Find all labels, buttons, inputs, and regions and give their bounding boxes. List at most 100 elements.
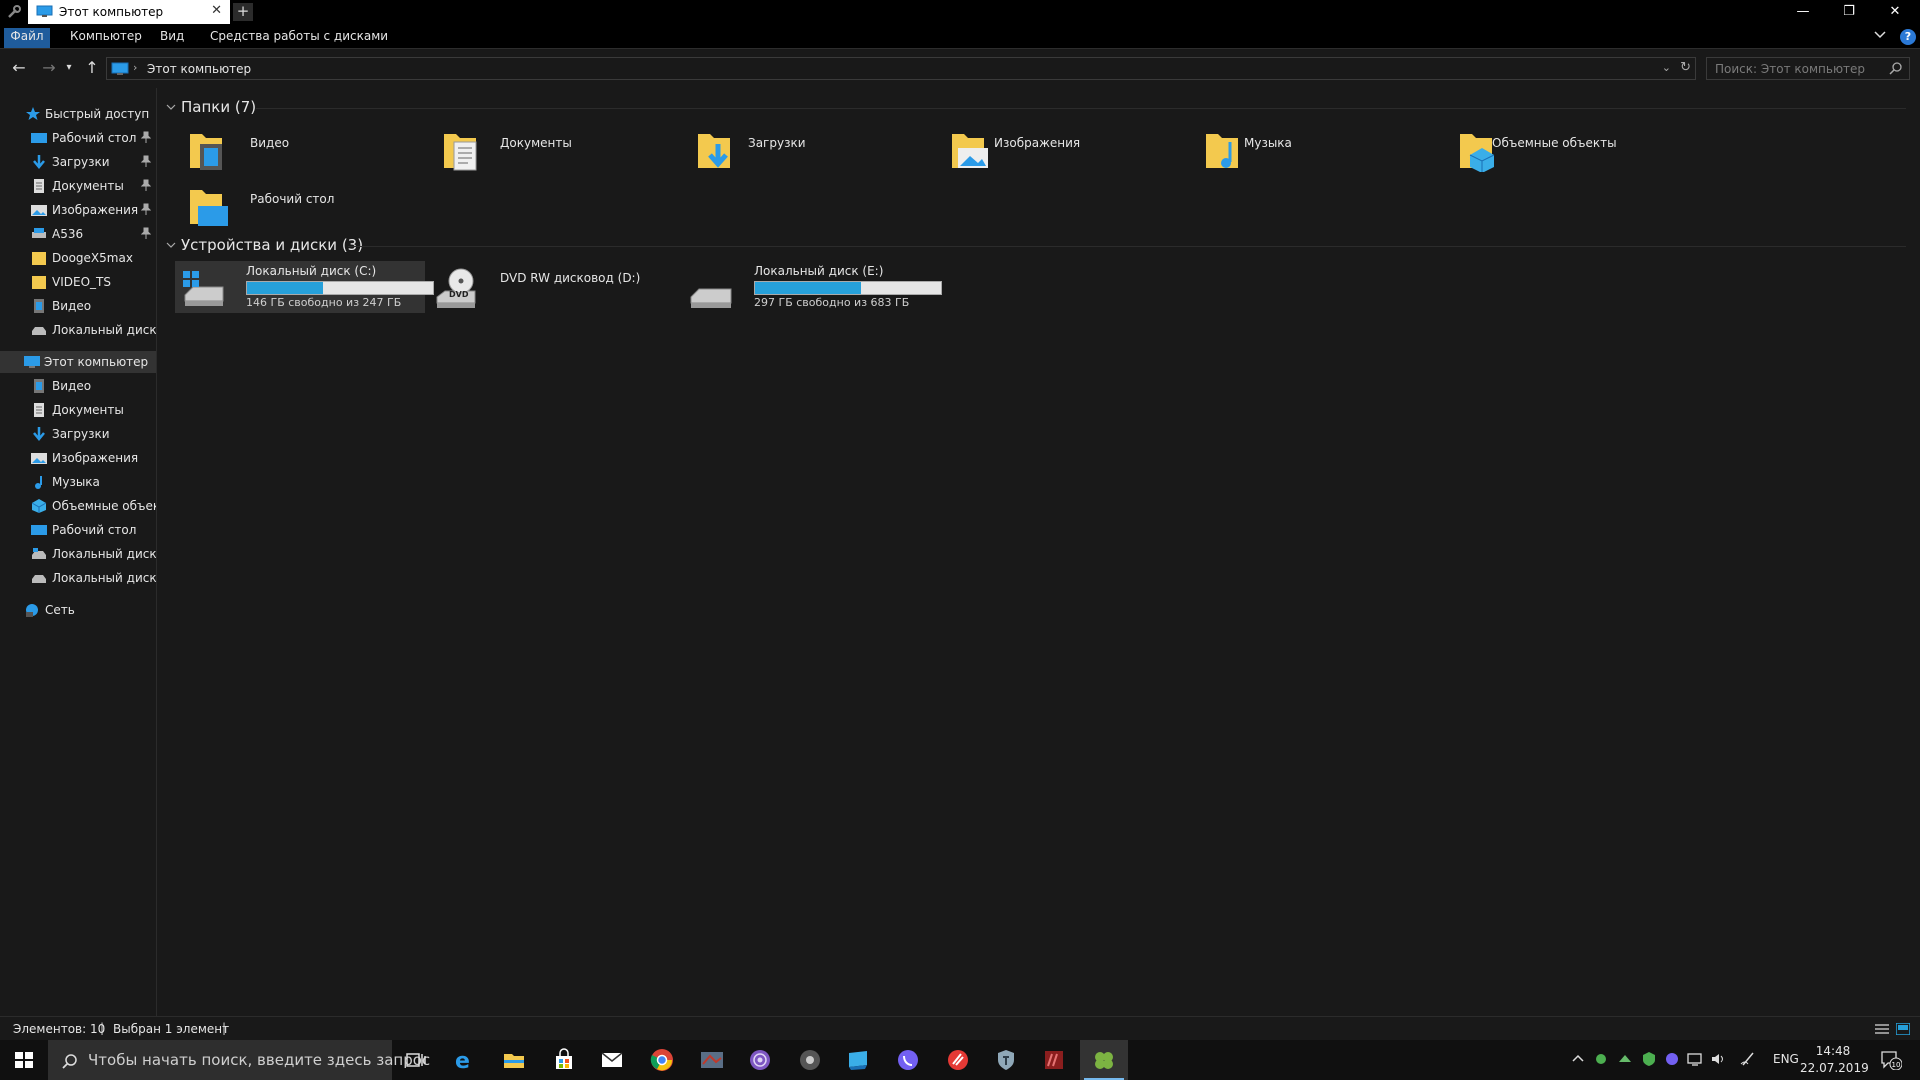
group-devices-header[interactable]: Устройства и диски (3) xyxy=(166,236,1916,258)
close-button[interactable]: ✕ xyxy=(1872,0,1918,24)
nav-label: Локальный диск (C xyxy=(52,547,157,561)
winrar-icon[interactable] xyxy=(1030,1040,1078,1080)
new-tab-button[interactable]: + xyxy=(233,3,253,21)
nav-pc-desktop[interactable]: Рабочий стол xyxy=(0,519,156,541)
tray-app-icon[interactable] xyxy=(1617,1050,1633,1068)
media-icon[interactable] xyxy=(786,1040,834,1080)
nav-pc-3d-objects[interactable]: Объемные объекты xyxy=(0,495,156,517)
folder-tile-video[interactable]: Видео xyxy=(180,124,430,176)
security-shield-icon[interactable] xyxy=(1641,1050,1657,1068)
explorer-wrench-icon[interactable] xyxy=(6,4,22,20)
breadcrumb-separator-icon[interactable]: › xyxy=(133,61,137,74)
folder-tile-pictures[interactable]: Изображения xyxy=(942,124,1192,176)
store-icon[interactable] xyxy=(540,1040,588,1080)
nav-pc-local-disk-c[interactable]: Локальный диск (C xyxy=(0,543,157,565)
chevron-down-icon[interactable] xyxy=(166,240,176,250)
help-icon[interactable]: ? xyxy=(1900,29,1916,45)
drive-tile-d[interactable]: DVD DVD RW дисковод (D:) xyxy=(429,261,679,313)
tab-computer[interactable]: Компьютер xyxy=(70,28,142,48)
nav-pc-local-disk-e[interactable]: Локальный диск (E xyxy=(0,567,156,589)
volume-icon[interactable] xyxy=(1710,1050,1726,1068)
pin-icon[interactable] xyxy=(141,227,151,239)
nav-quick-local-disk-e[interactable]: Локальный диск (E xyxy=(0,319,156,341)
up-arrow-icon[interactable]: ↑ xyxy=(81,58,103,80)
opera-icon[interactable] xyxy=(934,1040,982,1080)
pen-icon[interactable] xyxy=(1740,1050,1756,1068)
drive-tile-e[interactable]: Локальный диск (E:) 297 ГБ свободно из 6… xyxy=(683,261,942,313)
tab-view[interactable]: Вид xyxy=(160,28,184,48)
taskbar-search-input[interactable]: Чтобы начать поиск, введите здесь запрос xyxy=(88,1051,430,1069)
nav-pc-video[interactable]: Видео xyxy=(0,375,156,397)
tab-this-pc[interactable]: Этот компьютер ✕ xyxy=(28,0,230,24)
breadcrumb-this-pc[interactable]: Этот компьютер xyxy=(147,62,251,76)
tray-app-icon[interactable] xyxy=(1593,1050,1609,1068)
taskbar-search-box[interactable]: Чтобы начать поиск, введите здесь запрос xyxy=(48,1040,430,1080)
folder-tile-documents[interactable]: Документы xyxy=(434,124,684,176)
address-dropdown-icon[interactable]: ⌄ xyxy=(1662,61,1671,74)
pin-icon[interactable] xyxy=(141,203,151,215)
mail-icon[interactable] xyxy=(588,1040,636,1080)
pin-icon[interactable] xyxy=(141,131,151,143)
drive-tile-c[interactable]: Локальный диск (C:) 146 ГБ свободно из 2… xyxy=(175,261,434,313)
shield-icon[interactable] xyxy=(982,1040,1030,1080)
chevron-down-icon[interactable] xyxy=(166,102,176,112)
nav-pc-pictures[interactable]: Изображения xyxy=(0,447,156,469)
nav-quick-video-ts[interactable]: VIDEO_TS xyxy=(0,271,156,293)
nav-quick-pictures[interactable]: Изображения xyxy=(0,199,156,221)
details-view-icon[interactable] xyxy=(1875,1023,1889,1035)
large-icons-view-icon[interactable] xyxy=(1896,1023,1910,1035)
pin-icon[interactable] xyxy=(141,155,151,167)
nav-quick-access[interactable]: Быстрый доступ xyxy=(0,103,156,125)
tab-file[interactable]: Файл xyxy=(4,28,50,48)
address-bar[interactable]: › Этот компьютер ⌄ ↻ xyxy=(106,57,1696,80)
nav-quick-doogex5max[interactable]: DoogeX5max xyxy=(0,247,156,269)
chrome-icon[interactable] xyxy=(638,1040,686,1080)
refresh-icon[interactable]: ↻ xyxy=(1680,60,1691,75)
nav-quick-documents[interactable]: Документы xyxy=(0,175,156,197)
forward-arrow-icon[interactable]: → xyxy=(38,58,60,80)
nav-this-pc[interactable]: Этот компьютер xyxy=(0,351,156,373)
nav-network[interactable]: Сеть xyxy=(0,599,156,621)
file-explorer-icon[interactable] xyxy=(490,1040,538,1080)
network-tray-icon[interactable] xyxy=(1687,1050,1703,1068)
screen-icon[interactable] xyxy=(834,1040,882,1080)
search-icon[interactable] xyxy=(1889,61,1903,75)
folder-tile-downloads[interactable]: Загрузки xyxy=(688,124,938,176)
input-language[interactable]: ENG xyxy=(1773,1052,1799,1066)
task-view-icon[interactable] xyxy=(392,1040,440,1080)
nav-quick-a536[interactable]: A536 xyxy=(0,223,156,245)
viber-icon[interactable] xyxy=(884,1040,932,1080)
folder-tile-music[interactable]: Музыка xyxy=(1196,124,1446,176)
nav-quick-downloads[interactable]: Загрузки xyxy=(0,151,156,173)
nav-pc-documents[interactable]: Документы xyxy=(0,399,156,421)
minimize-button[interactable]: — xyxy=(1780,0,1826,24)
nav-label: Изображения xyxy=(52,451,139,465)
windows-start-icon[interactable] xyxy=(0,1040,48,1080)
restore-button[interactable]: ❐ xyxy=(1826,0,1872,24)
viber-tray-icon[interactable] xyxy=(1664,1050,1680,1068)
folder-tile-desktop[interactable]: Рабочий стол xyxy=(180,180,430,232)
nav-pc-music[interactable]: Музыка xyxy=(0,471,156,493)
clover-icon[interactable] xyxy=(1080,1040,1128,1080)
clock[interactable]: 14:48 22.07.2019 xyxy=(1800,1043,1869,1077)
tor-browser-icon[interactable] xyxy=(736,1040,784,1080)
search-input[interactable]: Поиск: Этот компьютер xyxy=(1715,62,1865,76)
notification-center-icon[interactable]: 10 xyxy=(1880,1050,1902,1070)
search-box[interactable]: Поиск: Этот компьютер xyxy=(1706,57,1910,80)
recent-locations-icon[interactable]: ▾ xyxy=(62,58,76,80)
edge-icon[interactable]: e xyxy=(440,1040,488,1080)
pin-icon[interactable] xyxy=(141,179,151,191)
back-arrow-icon[interactable]: ← xyxy=(8,58,30,80)
tab-close-icon[interactable]: ✕ xyxy=(211,4,222,18)
drive-icon xyxy=(32,575,46,583)
nav-quick-video[interactable]: Видео xyxy=(0,295,156,317)
nav-pc-downloads[interactable]: Загрузки xyxy=(0,423,156,445)
group-folders-header[interactable]: Папки (7) xyxy=(166,98,1916,120)
tab-drive-tools[interactable]: Средства работы с дисками xyxy=(210,28,388,48)
game-icon[interactable] xyxy=(688,1040,736,1080)
chevron-up-icon[interactable] xyxy=(1570,1050,1586,1068)
nav-quick-desktop[interactable]: Рабочий стол xyxy=(0,127,156,149)
search-icon xyxy=(62,1054,77,1069)
chevron-down-icon[interactable] xyxy=(1874,30,1886,40)
folder-tile-3d-objects[interactable]: Объемные объекты xyxy=(1450,124,1700,176)
